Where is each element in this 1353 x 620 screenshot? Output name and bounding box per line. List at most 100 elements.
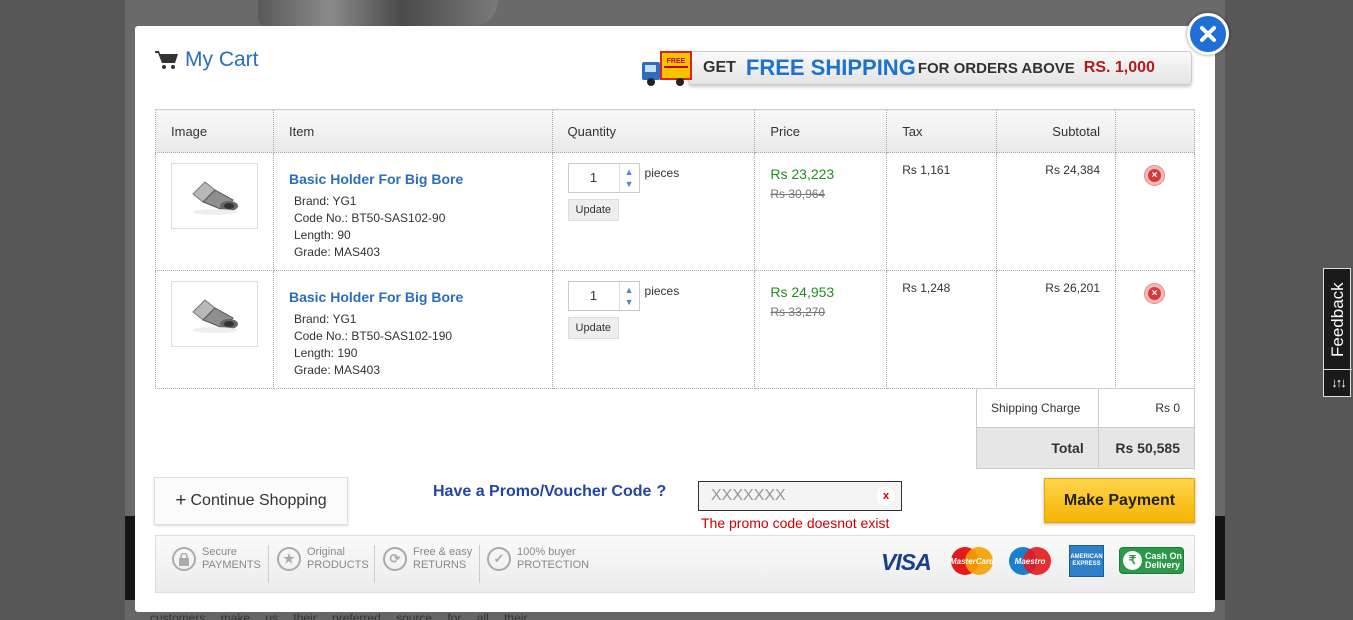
header-price: Price (754, 109, 888, 153)
promo-clear-button[interactable]: x (877, 487, 895, 505)
cart-table: Image Item Quantity Price Tax Subtotal B… (155, 109, 1195, 389)
product-thumbnail[interactable] (171, 163, 258, 229)
product-grade: Grade: MAS403 (289, 362, 552, 379)
promo-label: Have a Promo/Voucher Code? (433, 483, 666, 501)
make-payment-button[interactable]: Make Payment (1044, 478, 1195, 523)
cell-item: Basic Holder For Big Bore Brand: YG1 Cod… (272, 270, 553, 389)
header-quantity: Quantity (551, 109, 756, 153)
plus-icon: + (175, 490, 187, 511)
remove-item-button[interactable]: × (1144, 283, 1165, 304)
brand-value: YG1 (332, 194, 357, 208)
header-subtotal: Subtotal (996, 109, 1116, 153)
promo-code-input[interactable]: XXXXXXX (698, 481, 902, 511)
grade-label: Grade: (293, 363, 331, 377)
cell-quantity: 1 ▲ ▼ pieces Update (551, 270, 756, 389)
total-value: Rs 50,585 (1097, 427, 1196, 469)
quantity-down-icon[interactable]: ▼ (625, 297, 634, 307)
remove-item-button[interactable]: × (1144, 165, 1165, 186)
cell-price: Rs 23,223 Rs 30,964 (754, 152, 888, 271)
quantity-row: 1 ▲ ▼ pieces (567, 163, 755, 193)
background-product-image (258, 0, 498, 26)
tax-value: Rs 1,161 (902, 163, 951, 177)
quantity-stepper[interactable]: 1 ▲ ▼ (567, 163, 640, 193)
badge-free-returns: ⟳ Free & easy RETURNS (383, 546, 472, 572)
total-row: Total Rs 50,585 (976, 427, 1196, 469)
table-header-row: Image Item Quantity Price Tax Subtotal (155, 109, 1195, 153)
shipping-value: Rs 0 (1097, 388, 1196, 428)
banner-free-shipping: FREE SHIPPING (745, 55, 916, 80)
divider (479, 545, 480, 583)
quantity-down-icon[interactable]: ▼ (625, 179, 634, 189)
quantity-up-icon[interactable]: ▲ (625, 285, 634, 295)
brand-value: YG1 (332, 312, 357, 326)
truck-free-label: FREE (667, 58, 686, 65)
cart-title: My Cart (155, 48, 259, 72)
product-thumbnail[interactable] (171, 281, 258, 347)
quantity-arrows: ▲ ▼ (618, 164, 639, 192)
header-image: Image (155, 109, 274, 153)
update-button[interactable]: Update (567, 199, 620, 221)
delivery-truck-icon: FREE (642, 51, 692, 86)
banner-box: GET FREE SHIPPING FOR ORDERS ABOVE RS. 1… (688, 51, 1192, 85)
feedback-tab[interactable]: Feedback ↓↑↓ (1323, 268, 1352, 397)
badge-line1: Original (307, 546, 345, 558)
cell-item: Basic Holder For Big Bore Brand: YG1 Cod… (272, 152, 553, 271)
quantity-unit: pieces (644, 166, 680, 180)
cart-title-text: My Cart (185, 48, 259, 71)
continue-shopping-button[interactable]: + Continue Shopping (154, 477, 348, 525)
tool-holder-image (191, 299, 238, 333)
cell-subtotal: Rs 26,201 (996, 270, 1116, 389)
mastercard-logo: MasterCard (950, 547, 995, 575)
table-row: Basic Holder For Big Bore Brand: YG1 Cod… (155, 270, 1195, 389)
header-item: Item (272, 109, 553, 153)
badge-line2: RETURNS (413, 559, 467, 571)
close-modal-button[interactable] (1187, 13, 1229, 55)
close-icon (1200, 26, 1216, 42)
quantity-up-icon[interactable]: ▲ (625, 167, 634, 177)
badge-buyer-protection: ✓ 100% buyer PROTECTION (487, 546, 589, 572)
price-original: Rs 33,270 (770, 305, 826, 319)
brand-label: Brand: (293, 194, 330, 208)
badge-line2: PROTECTION (517, 559, 590, 571)
subtotal-value: Rs 26,201 (1045, 281, 1100, 295)
grade-value: MAS403 (334, 363, 381, 377)
badge-line2: PAYMENTS (202, 559, 261, 571)
sort-arrows-icon: ↓↑↓ (1324, 369, 1352, 397)
rupee-icon: ₹ (1123, 551, 1142, 570)
badge-original-products: ★ Original PRODUCTS (277, 546, 369, 572)
code-label: Code No.: (293, 211, 348, 225)
badge-text: Free & easy RETURNS (413, 546, 472, 572)
header-remove (1115, 109, 1195, 153)
update-button[interactable]: Update (567, 317, 620, 339)
quantity-input[interactable]: 1 (569, 164, 619, 192)
badge-line1: Free & easy (413, 546, 473, 558)
product-length: Length: 90 (289, 227, 552, 244)
price-current: Rs 24,953 (770, 284, 835, 300)
badge-line2: PRODUCTS (307, 559, 369, 571)
promo-question-mark: ? (656, 483, 667, 500)
remove-icon: × (1148, 169, 1161, 182)
product-name-link[interactable]: Basic Holder For Big Bore (289, 289, 552, 305)
badge-text: Original PRODUCTS (307, 546, 369, 572)
quantity-unit: pieces (644, 284, 680, 298)
price-original: Rs 30,964 (770, 187, 826, 201)
amex-logo: AMERICAN EXPRESS (1069, 545, 1104, 577)
code-value: BT50-SAS102-190 (351, 329, 453, 343)
banner-amount: RS. 1,000 (1083, 59, 1155, 76)
mastercard-text: MasterCard (950, 557, 995, 566)
visa-logo: VISA (881, 549, 932, 575)
quantity-input[interactable]: 1 (569, 282, 619, 310)
badge-secure-payments: Secure PAYMENTS (172, 546, 261, 572)
quantity-stepper[interactable]: 1 ▲ ▼ (567, 281, 640, 311)
cell-price: Rs 24,953 Rs 33,270 (754, 270, 888, 389)
banner-for-orders: FOR ORDERS ABOVE (917, 59, 1075, 77)
product-length: Length: 190 (289, 345, 552, 362)
length-label: Length: (293, 346, 335, 360)
header-tax: Tax (886, 109, 998, 153)
product-name-link[interactable]: Basic Holder For Big Bore (289, 171, 552, 187)
price-current: Rs 23,223 (770, 166, 835, 182)
code-label: Code No.: (293, 329, 348, 343)
refresh-icon: ⟳ (383, 547, 407, 571)
quantity-arrows: ▲ ▼ (618, 282, 639, 310)
check-icon: ✓ (487, 547, 511, 571)
